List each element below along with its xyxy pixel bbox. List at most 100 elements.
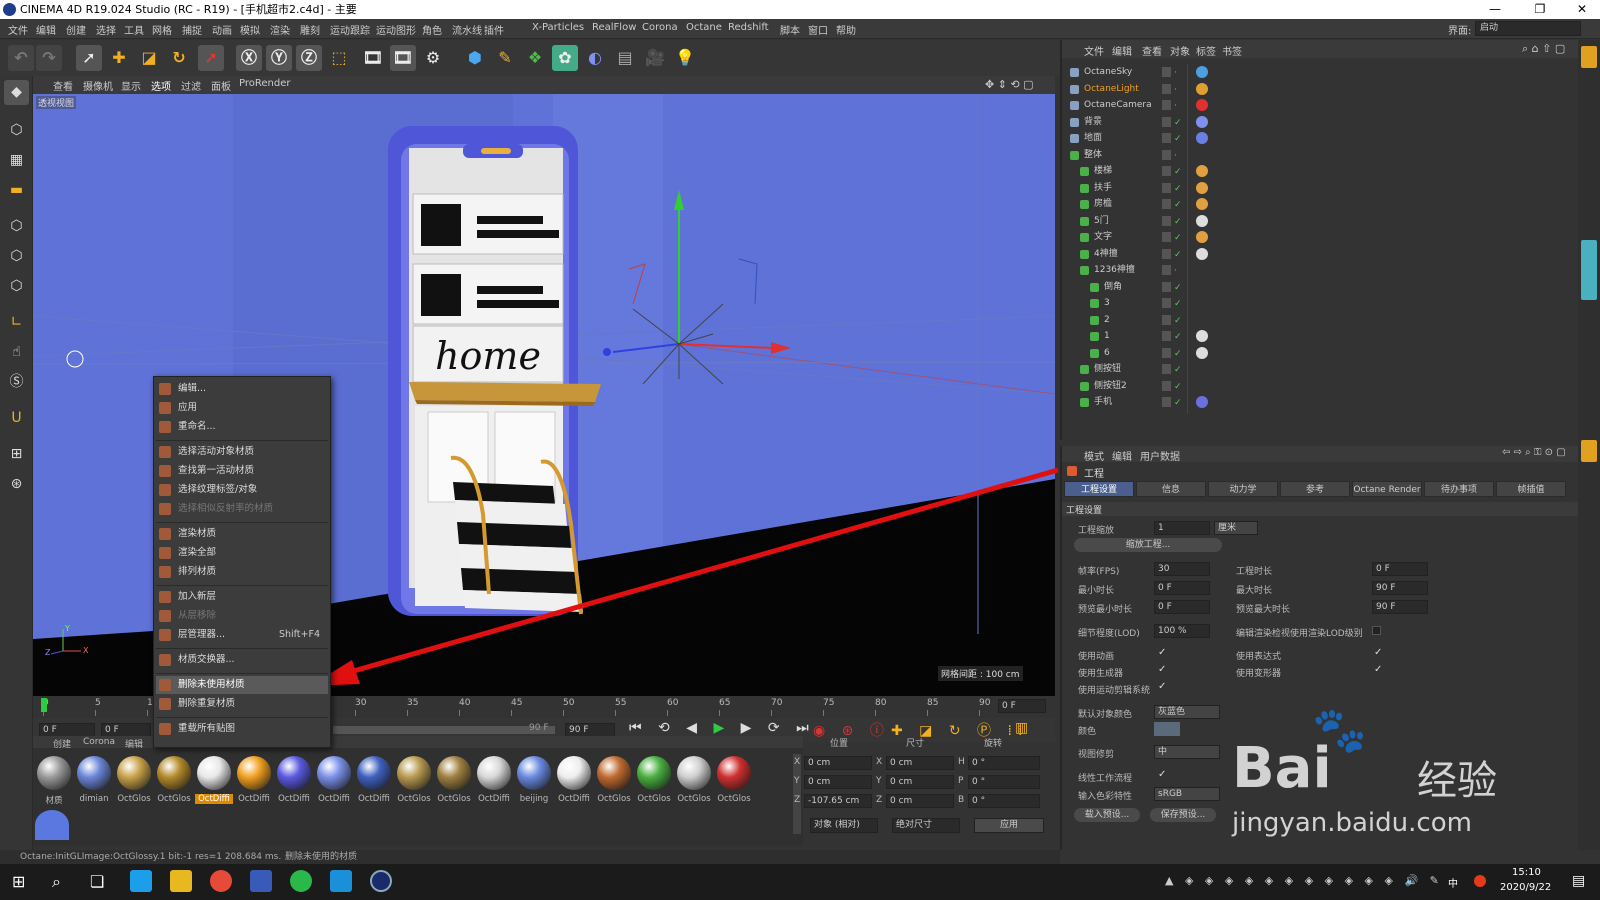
- material-tag-icon[interactable]: [1196, 66, 1208, 78]
- workplane-icon[interactable]: ▬: [4, 178, 29, 203]
- object-row[interactable]: 2 ✓: [1062, 312, 1578, 329]
- material-tag-icon[interactable]: [1196, 115, 1208, 128]
- subdivision-icon[interactable]: ❖: [522, 45, 548, 71]
- enabled-check-icon[interactable]: ·: [1174, 65, 1177, 82]
- tweak-mode-icon[interactable]: ☝: [4, 340, 29, 365]
- cinema4d-taskbar-icon[interactable]: [370, 870, 392, 892]
- menu-item[interactable]: 动画: [212, 22, 232, 37]
- menu-item[interactable]: 文件: [8, 22, 28, 37]
- max-time-field[interactable]: 90 F: [1372, 581, 1428, 595]
- object-name[interactable]: 1: [1104, 328, 1110, 345]
- enabled-check-icon[interactable]: ✓: [1174, 181, 1182, 198]
- position-field[interactable]: -107.65 cm: [804, 794, 872, 808]
- object-name[interactable]: 2: [1104, 312, 1110, 329]
- ime-indicator[interactable]: 中: [1448, 875, 1458, 890]
- context-menu-item[interactable]: 加入新层: [156, 588, 328, 606]
- start-frame-field[interactable]: 0 F: [39, 723, 95, 737]
- object-menu-item[interactable]: 编辑: [1112, 43, 1132, 58]
- viewport-menu-item[interactable]: 选项: [151, 78, 171, 93]
- fps-field[interactable]: 30: [1154, 562, 1210, 576]
- material-swatch[interactable]: OctDiffi: [315, 756, 353, 804]
- material-tag-icon[interactable]: [1196, 231, 1208, 243]
- enabled-check-icon[interactable]: ✓: [1174, 115, 1182, 132]
- enabled-check-icon[interactable]: ·: [1174, 148, 1177, 165]
- axis-mode-icon[interactable]: ∟: [4, 310, 29, 335]
- rotate-tool-icon[interactable]: ↻: [166, 45, 192, 71]
- menu-item[interactable]: 窗口: [808, 22, 828, 37]
- size-mode-select[interactable]: 绝对尺寸: [892, 818, 960, 833]
- save-preset-button[interactable]: 保存预设...: [1150, 808, 1216, 822]
- context-menu-item[interactable]: 选择活动对象材质: [156, 443, 328, 461]
- context-menu-item[interactable]: 排列材质: [156, 563, 328, 581]
- material-swatch[interactable]: OctDiffi: [475, 756, 513, 804]
- menu-item[interactable]: 运动图形: [376, 22, 416, 37]
- material-swatch[interactable]: OctGlos: [435, 756, 473, 804]
- object-row[interactable]: 整体 ·: [1062, 147, 1578, 164]
- search-icon[interactable]: ⌕: [52, 872, 61, 892]
- object-name[interactable]: 4神擅: [1094, 246, 1118, 263]
- material-swatch[interactable]: OctGlos: [115, 756, 153, 804]
- menu-item[interactable]: 编辑: [36, 22, 56, 37]
- clock-time[interactable]: 15:10: [1512, 867, 1541, 878]
- menu-item[interactable]: 创建: [66, 22, 86, 37]
- rotation-field[interactable]: 0 °: [968, 775, 1040, 789]
- file-explorer-icon[interactable]: [170, 870, 192, 892]
- undo-icon[interactable]: ↶: [8, 45, 34, 71]
- lod-field[interactable]: 100 %: [1154, 624, 1210, 638]
- object-row[interactable]: 1 ✓: [1062, 328, 1578, 345]
- load-preset-button[interactable]: 载入预设...: [1074, 808, 1140, 822]
- visibility-toggle-icon[interactable]: [1162, 182, 1171, 193]
- context-menu-item[interactable]: 查找第一活动材质: [156, 462, 328, 480]
- preview-max-field[interactable]: 90 F: [1372, 600, 1428, 614]
- attribute-nav-icons[interactable]: ⇦ ⇨ ⌕ ⚿ ⊙ ▢: [1502, 447, 1566, 458]
- coord-mode-select[interactable]: 对象 (相对): [810, 818, 878, 833]
- magnet-icon[interactable]: U: [4, 406, 29, 431]
- preview-start-field[interactable]: 0 F: [101, 723, 151, 737]
- visibility-toggle-icon[interactable]: [1162, 397, 1171, 407]
- scale-tool-icon[interactable]: ◪: [136, 45, 162, 71]
- material-tag-icon[interactable]: [1196, 214, 1208, 227]
- attribute-tab-icon[interactable]: [1581, 440, 1597, 462]
- viewport-menu-item[interactable]: 过滤: [181, 78, 201, 93]
- size-field[interactable]: 0 cm: [886, 794, 954, 808]
- object-row[interactable]: 4神擅 ✓: [1062, 246, 1578, 263]
- playhead[interactable]: [41, 698, 47, 712]
- material-preview-partial[interactable]: [35, 810, 69, 840]
- attribute-menu-item[interactable]: 模式: [1084, 448, 1104, 463]
- material-swatch[interactable]: OctDiffi: [355, 756, 393, 804]
- visibility-toggle-icon[interactable]: [1162, 199, 1171, 209]
- input-method-icon[interactable]: [1474, 875, 1486, 887]
- object-row[interactable]: 侧按钮2 ✓: [1062, 378, 1578, 395]
- object-row[interactable]: 文字 ✓: [1062, 229, 1578, 246]
- material-tag-icon[interactable]: [1196, 346, 1208, 359]
- object-name[interactable]: OctaneCamera: [1084, 97, 1152, 114]
- points-mode-icon[interactable]: ⬡: [4, 214, 29, 239]
- browser-icon[interactable]: [130, 870, 152, 892]
- material-swatch[interactable]: OctGlos: [395, 756, 433, 804]
- attribute-tab[interactable]: 工程设置: [1064, 481, 1134, 497]
- end-frame-field[interactable]: 90 F: [565, 723, 615, 737]
- menu-item[interactable]: 脚本: [780, 22, 800, 37]
- context-menu-item[interactable]: 选择纹理标签/对象: [156, 481, 328, 499]
- visibility-toggle-icon[interactable]: [1162, 116, 1171, 127]
- context-menu-item[interactable]: 渲染材质: [156, 525, 328, 543]
- rotation-field[interactable]: 0 °: [968, 794, 1040, 808]
- object-tab-icon[interactable]: [1581, 46, 1597, 68]
- preview-min-field[interactable]: 0 F: [1154, 600, 1210, 614]
- menu-item[interactable]: Octane: [686, 22, 722, 33]
- menu-item[interactable]: 流水线: [452, 22, 482, 37]
- lock-workplane-icon[interactable]: ⊛: [4, 472, 29, 497]
- size-field[interactable]: 0 cm: [886, 756, 954, 770]
- enabled-check-icon[interactable]: ✓: [1174, 247, 1182, 264]
- render-lod-checkbox[interactable]: [1372, 626, 1381, 635]
- material-tag-icon[interactable]: [1196, 396, 1208, 408]
- object-row[interactable]: OctaneCamera ·: [1062, 97, 1578, 114]
- menu-item[interactable]: 帮助: [836, 22, 856, 37]
- select-tool-icon[interactable]: ➚: [76, 45, 102, 71]
- rotation-field[interactable]: 0 °: [968, 756, 1040, 770]
- material-swatch[interactable]: OctDiffi: [235, 756, 273, 804]
- object-name[interactable]: 倒角: [1104, 279, 1122, 296]
- object-name[interactable]: 地面: [1084, 130, 1102, 147]
- deformer-icon[interactable]: ◐: [582, 45, 608, 71]
- context-menu-item[interactable]: 删除重复材质: [156, 695, 328, 713]
